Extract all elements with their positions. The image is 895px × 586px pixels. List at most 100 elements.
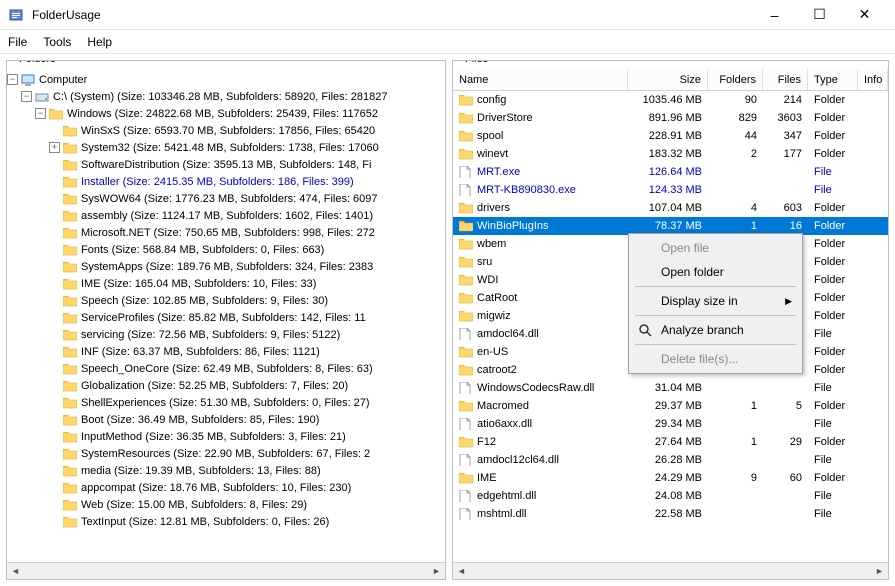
tree-label: Computer bbox=[39, 74, 87, 86]
col-header-type[interactable]: Type bbox=[808, 69, 858, 90]
file-type-cell: Folder bbox=[808, 112, 858, 124]
chevron-right-icon: ▶ bbox=[785, 296, 792, 307]
collapse-icon[interactable]: − bbox=[7, 74, 18, 85]
tree-item[interactable]: ShellExperiences (Size: 51.30 MB, Subfol… bbox=[7, 394, 445, 411]
tree-item[interactable]: SystemApps (Size: 189.76 MB, Subfolders:… bbox=[7, 258, 445, 275]
scroll-track[interactable] bbox=[470, 563, 871, 580]
file-row[interactable]: IME24.29 MB960Folder bbox=[453, 469, 888, 487]
tree-label: Speech (Size: 102.85 MB, Subfolders: 9, … bbox=[81, 295, 328, 307]
close-button[interactable]: ✕ bbox=[842, 0, 887, 30]
context-display-size[interactable]: Display size in▶ bbox=[631, 289, 800, 313]
tree-item[interactable]: Speech_OneCore (Size: 62.49 MB, Subfolde… bbox=[7, 360, 445, 377]
minimize-button[interactable]: – bbox=[752, 0, 797, 30]
folder-icon bbox=[459, 238, 473, 250]
scroll-track[interactable] bbox=[24, 563, 428, 580]
file-row[interactable]: atio6axx.dll29.34 MBFile bbox=[453, 415, 888, 433]
folders-scrollbar-horizontal[interactable]: ◄ ► bbox=[7, 562, 445, 579]
tree-label: Web (Size: 15.00 MB, Subfolders: 8, File… bbox=[81, 499, 307, 511]
tree-item[interactable]: Installer (Size: 2415.35 MB, Subfolders:… bbox=[7, 173, 445, 190]
scroll-left-icon[interactable]: ◄ bbox=[453, 563, 470, 580]
tree-item[interactable]: SoftwareDistribution (Size: 3595.13 MB, … bbox=[7, 156, 445, 173]
tree-item[interactable]: Web (Size: 15.00 MB, Subfolders: 8, File… bbox=[7, 496, 445, 513]
tree-windows[interactable]: −Windows (Size: 24822.68 MB, Subfolders:… bbox=[7, 105, 445, 122]
tree-drive-c[interactable]: −C:\ (System) (Size: 103346.28 MB, Subfo… bbox=[7, 88, 445, 105]
maximize-button[interactable]: ☐ bbox=[797, 0, 842, 30]
tree-item[interactable]: INF (Size: 63.37 MB, Subfolders: 86, Fil… bbox=[7, 343, 445, 360]
folder-icon bbox=[63, 125, 77, 137]
file-row[interactable]: spool228.91 MB44347Folder bbox=[453, 127, 888, 145]
collapse-icon[interactable]: − bbox=[35, 108, 46, 119]
scroll-left-icon[interactable]: ◄ bbox=[7, 563, 24, 580]
file-row[interactable]: WindowsCodecsRaw.dll31.04 MBFile bbox=[453, 379, 888, 397]
tree-root-computer[interactable]: − Computer bbox=[7, 71, 445, 88]
tree-item[interactable]: Globalization (Size: 52.25 MB, Subfolder… bbox=[7, 377, 445, 394]
tree-label: IME (Size: 165.04 MB, Subfolders: 10, Fi… bbox=[81, 278, 316, 290]
folders-panel: Folders −Computer−C:\ (System) (Size: 10… bbox=[6, 60, 446, 580]
file-row[interactable]: MRT-KB890830.exe124.33 MBFile bbox=[453, 181, 888, 199]
file-type-cell: File bbox=[808, 454, 858, 466]
tree-item[interactable]: TextInput (Size: 12.81 MB, Subfolders: 0… bbox=[7, 513, 445, 530]
menu-help[interactable]: Help bbox=[87, 35, 112, 49]
file-row[interactable]: Macromed29.37 MB15Folder bbox=[453, 397, 888, 415]
tree-item[interactable]: appcompat (Size: 18.76 MB, Subfolders: 1… bbox=[7, 479, 445, 496]
file-row[interactable]: config1035.46 MB90214Folder bbox=[453, 91, 888, 109]
file-row[interactable]: winevt183.32 MB2177Folder bbox=[453, 145, 888, 163]
context-open-file[interactable]: Open file bbox=[631, 236, 800, 260]
files-scrollbar-horizontal[interactable]: ◄ ► bbox=[453, 562, 888, 579]
file-row[interactable]: MRT.exe126.64 MBFile bbox=[453, 163, 888, 181]
col-header-name[interactable]: Name bbox=[453, 69, 628, 90]
file-files-cell: 347 bbox=[763, 130, 808, 142]
context-open-folder[interactable]: Open folder bbox=[631, 260, 800, 284]
menu-tools[interactable]: Tools bbox=[43, 35, 71, 49]
file-files-cell: 177 bbox=[763, 148, 808, 160]
file-name: WinBioPlugIns bbox=[477, 220, 549, 232]
folder-tree[interactable]: −Computer−C:\ (System) (Size: 103346.28 … bbox=[7, 69, 445, 562]
tree-label: Installer (Size: 2415.35 MB, Subfolders:… bbox=[81, 176, 354, 188]
tree-item[interactable]: Fonts (Size: 568.84 MB, Subfolders: 0, F… bbox=[7, 241, 445, 258]
file-row[interactable]: DriverStore891.96 MB8293603Folder bbox=[453, 109, 888, 127]
tree-item[interactable]: InputMethod (Size: 36.35 MB, Subfolders:… bbox=[7, 428, 445, 445]
col-header-info[interactable]: Info bbox=[858, 69, 888, 90]
scroll-right-icon[interactable]: ► bbox=[871, 563, 888, 580]
collapse-icon[interactable]: − bbox=[21, 91, 32, 102]
file-row[interactable]: drivers107.04 MB4603Folder bbox=[453, 199, 888, 217]
menu-file[interactable]: File bbox=[8, 35, 27, 49]
folder-icon bbox=[63, 244, 77, 256]
file-row[interactable]: F1227.64 MB129Folder bbox=[453, 433, 888, 451]
file-size-cell: 24.29 MB bbox=[628, 472, 708, 484]
col-header-size[interactable]: Size bbox=[628, 69, 708, 90]
scroll-right-icon[interactable]: ► bbox=[428, 563, 445, 580]
tree-item[interactable]: Speech (Size: 102.85 MB, Subfolders: 9, … bbox=[7, 292, 445, 309]
tree-item[interactable]: Boot (Size: 36.49 MB, Subfolders: 85, Fi… bbox=[7, 411, 445, 428]
file-name-cell: winevt bbox=[453, 148, 628, 160]
tree-item[interactable]: Microsoft.NET (Size: 750.65 MB, Subfolde… bbox=[7, 224, 445, 241]
file-size-cell: 183.32 MB bbox=[628, 148, 708, 160]
file-type-cell: Folder bbox=[808, 436, 858, 448]
tree-item[interactable]: servicing (Size: 72.56 MB, Subfolders: 9… bbox=[7, 326, 445, 343]
tree-item[interactable]: SystemResources (Size: 22.90 MB, Subfold… bbox=[7, 445, 445, 462]
file-name: mshtml.dll bbox=[477, 508, 527, 520]
tree-label: Globalization (Size: 52.25 MB, Subfolder… bbox=[81, 380, 348, 392]
file-name: DriverStore bbox=[477, 112, 533, 124]
file-name: sru bbox=[477, 256, 492, 268]
context-delete[interactable]: Delete file(s)... bbox=[631, 347, 800, 371]
folder-icon bbox=[63, 499, 77, 511]
tree-label: SysWOW64 (Size: 1776.23 MB, Subfolders: … bbox=[81, 193, 378, 205]
file-name-cell: IME bbox=[453, 472, 628, 484]
tree-item[interactable]: WinSxS (Size: 6593.70 MB, Subfolders: 17… bbox=[7, 122, 445, 139]
tree-item[interactable]: +System32 (Size: 5421.48 MB, Subfolders:… bbox=[7, 139, 445, 156]
file-row[interactable]: amdocl12cl64.dll26.28 MBFile bbox=[453, 451, 888, 469]
context-analyze[interactable]: Analyze branch bbox=[631, 318, 800, 342]
file-name-cell: en-US bbox=[453, 346, 628, 358]
tree-item[interactable]: IME (Size: 165.04 MB, Subfolders: 10, Fi… bbox=[7, 275, 445, 292]
folder-icon bbox=[459, 112, 473, 124]
file-row[interactable]: mshtml.dll22.58 MBFile bbox=[453, 505, 888, 523]
expand-icon[interactable]: + bbox=[49, 142, 60, 153]
tree-item[interactable]: SysWOW64 (Size: 1776.23 MB, Subfolders: … bbox=[7, 190, 445, 207]
col-header-folders[interactable]: Folders bbox=[708, 69, 763, 90]
tree-item[interactable]: ServiceProfiles (Size: 85.82 MB, Subfold… bbox=[7, 309, 445, 326]
col-header-files[interactable]: Files bbox=[763, 69, 808, 90]
tree-item[interactable]: assembly (Size: 1124.17 MB, Subfolders: … bbox=[7, 207, 445, 224]
tree-item[interactable]: media (Size: 19.39 MB, Subfolders: 13, F… bbox=[7, 462, 445, 479]
file-row[interactable]: edgehtml.dll24.08 MBFile bbox=[453, 487, 888, 505]
